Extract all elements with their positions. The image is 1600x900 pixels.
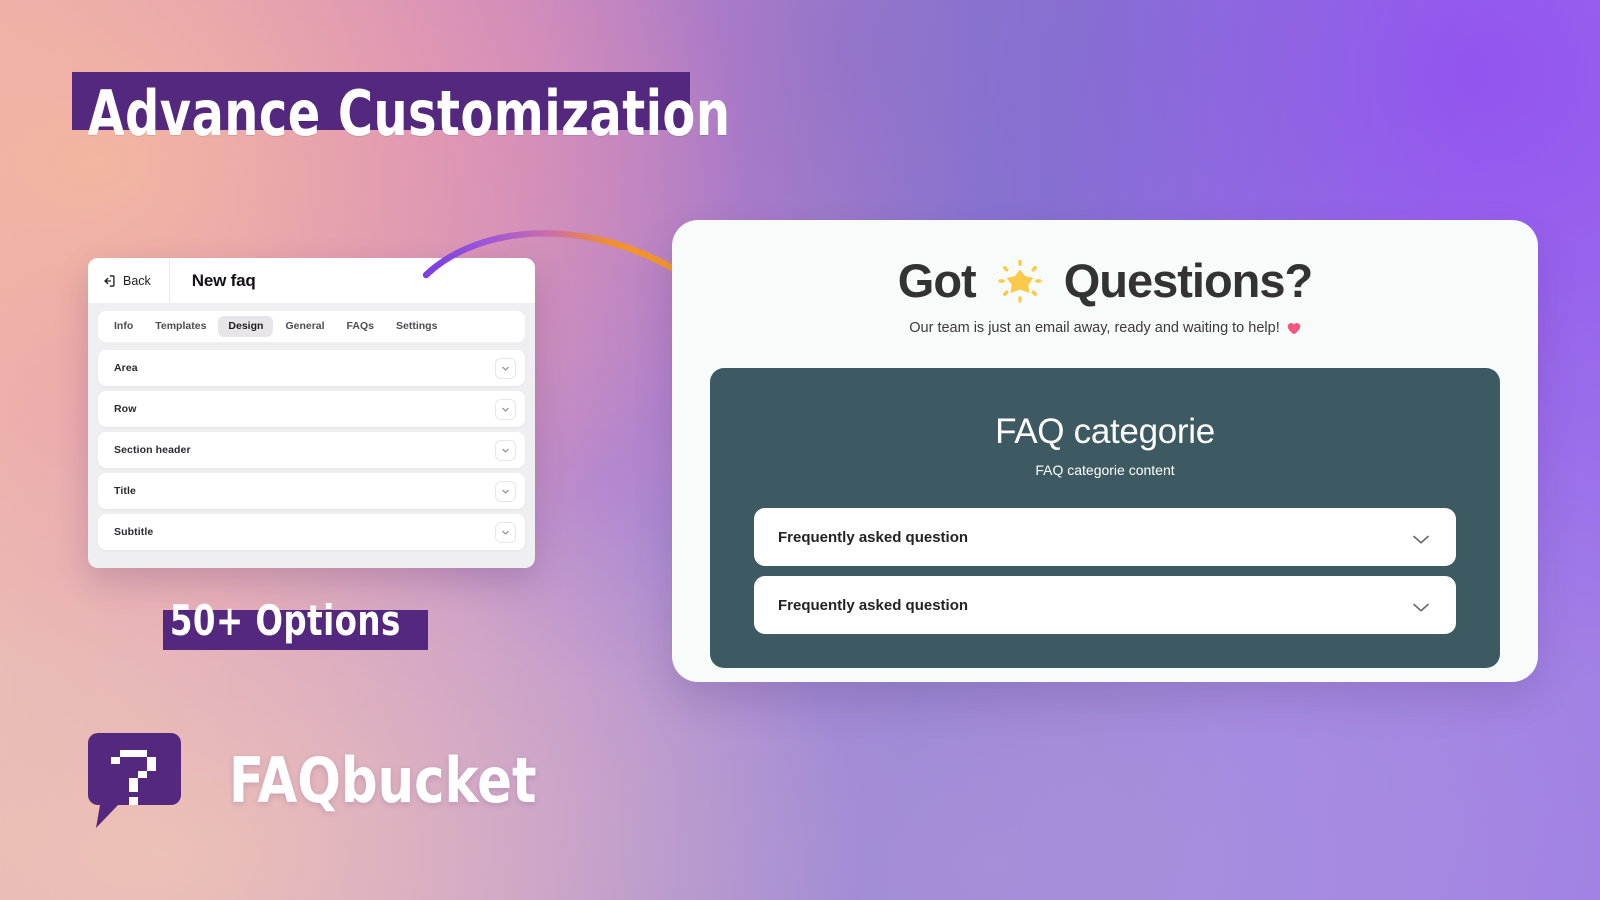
chevron-down-icon[interactable] <box>495 439 516 461</box>
question-mark-speech-bubble-icon <box>88 733 181 828</box>
section-row-section-header[interactable]: Section header <box>98 432 525 468</box>
preview-subtitle-text: Our team is just an email away, ready an… <box>909 320 1280 337</box>
headline-banner: Advance Customization <box>72 72 838 150</box>
preview-title-before: Got <box>897 254 977 307</box>
heart-emoji <box>1287 322 1301 335</box>
chevron-down-icon[interactable] <box>1412 532 1430 544</box>
tab-info[interactable]: Info <box>104 316 143 337</box>
options-badge: 50+ Options <box>163 596 439 650</box>
options-badge-label: 50+ Options <box>169 596 401 645</box>
chevron-down-icon[interactable] <box>495 521 516 543</box>
faq-preview-panel: Got Questions? Our team is just an email… <box>672 220 1538 682</box>
section-row-label: Section header <box>114 444 191 456</box>
back-button[interactable]: Back <box>88 258 170 303</box>
chevron-down-icon[interactable] <box>495 398 516 420</box>
tab-design[interactable]: Design <box>218 316 274 337</box>
tab-general[interactable]: General <box>275 316 334 337</box>
headline-title: Advance Customization <box>87 77 731 150</box>
preview-header: Got Questions? Our team is just an email… <box>672 220 1538 337</box>
section-row-row[interactable]: Row <box>98 391 525 427</box>
preview-title-after: Questions? <box>1063 254 1314 307</box>
preview-subtitle: Our team is just an email away, ready an… <box>672 320 1538 336</box>
faq-category-title: FAQ categorie <box>995 412 1215 452</box>
section-row-label: Area <box>114 362 138 374</box>
tab-templates[interactable]: Templates <box>145 316 216 337</box>
faq-item[interactable]: Frequently asked question <box>754 576 1456 635</box>
section-row-label: Row <box>114 403 137 415</box>
faq-question: Frequently asked question <box>778 528 969 546</box>
faq-category-card: FAQ categorie FAQ categorie content Freq… <box>710 368 1500 669</box>
section-row-area[interactable]: Area <box>98 350 525 386</box>
chevron-down-icon[interactable] <box>1412 600 1430 612</box>
section-row-label: Subtitle <box>114 526 154 538</box>
promo-graphic: Advance Customization Back New faq Info … <box>0 0 1600 900</box>
tab-faqs[interactable]: FAQs <box>337 316 384 337</box>
section-row-label: Title <box>114 485 136 497</box>
faq-category-subtitle: FAQ categorie content <box>1035 462 1175 479</box>
preview-title: Got Questions? <box>672 254 1538 307</box>
section-row-subtitle[interactable]: Subtitle <box>98 514 525 550</box>
chevron-down-icon[interactable] <box>495 480 516 502</box>
glowing-star-emoji <box>996 257 1044 305</box>
exit-arrow-icon <box>102 274 116 288</box>
faq-question: Frequently asked question <box>778 596 969 614</box>
brand-name: FAQbucket <box>229 744 537 817</box>
faq-items-list: Frequently asked question Frequently ask… <box>754 508 1456 635</box>
chevron-down-icon[interactable] <box>495 357 516 379</box>
design-sections-list: Area Row Section header Title Subtitle <box>88 342 535 560</box>
page-title: New faq <box>191 270 256 290</box>
back-button-label: Back <box>123 273 151 288</box>
brand-lockup: FAQbucket <box>88 733 563 828</box>
faq-item[interactable]: Frequently asked question <box>754 508 1456 567</box>
section-row-title[interactable]: Title <box>98 473 525 509</box>
